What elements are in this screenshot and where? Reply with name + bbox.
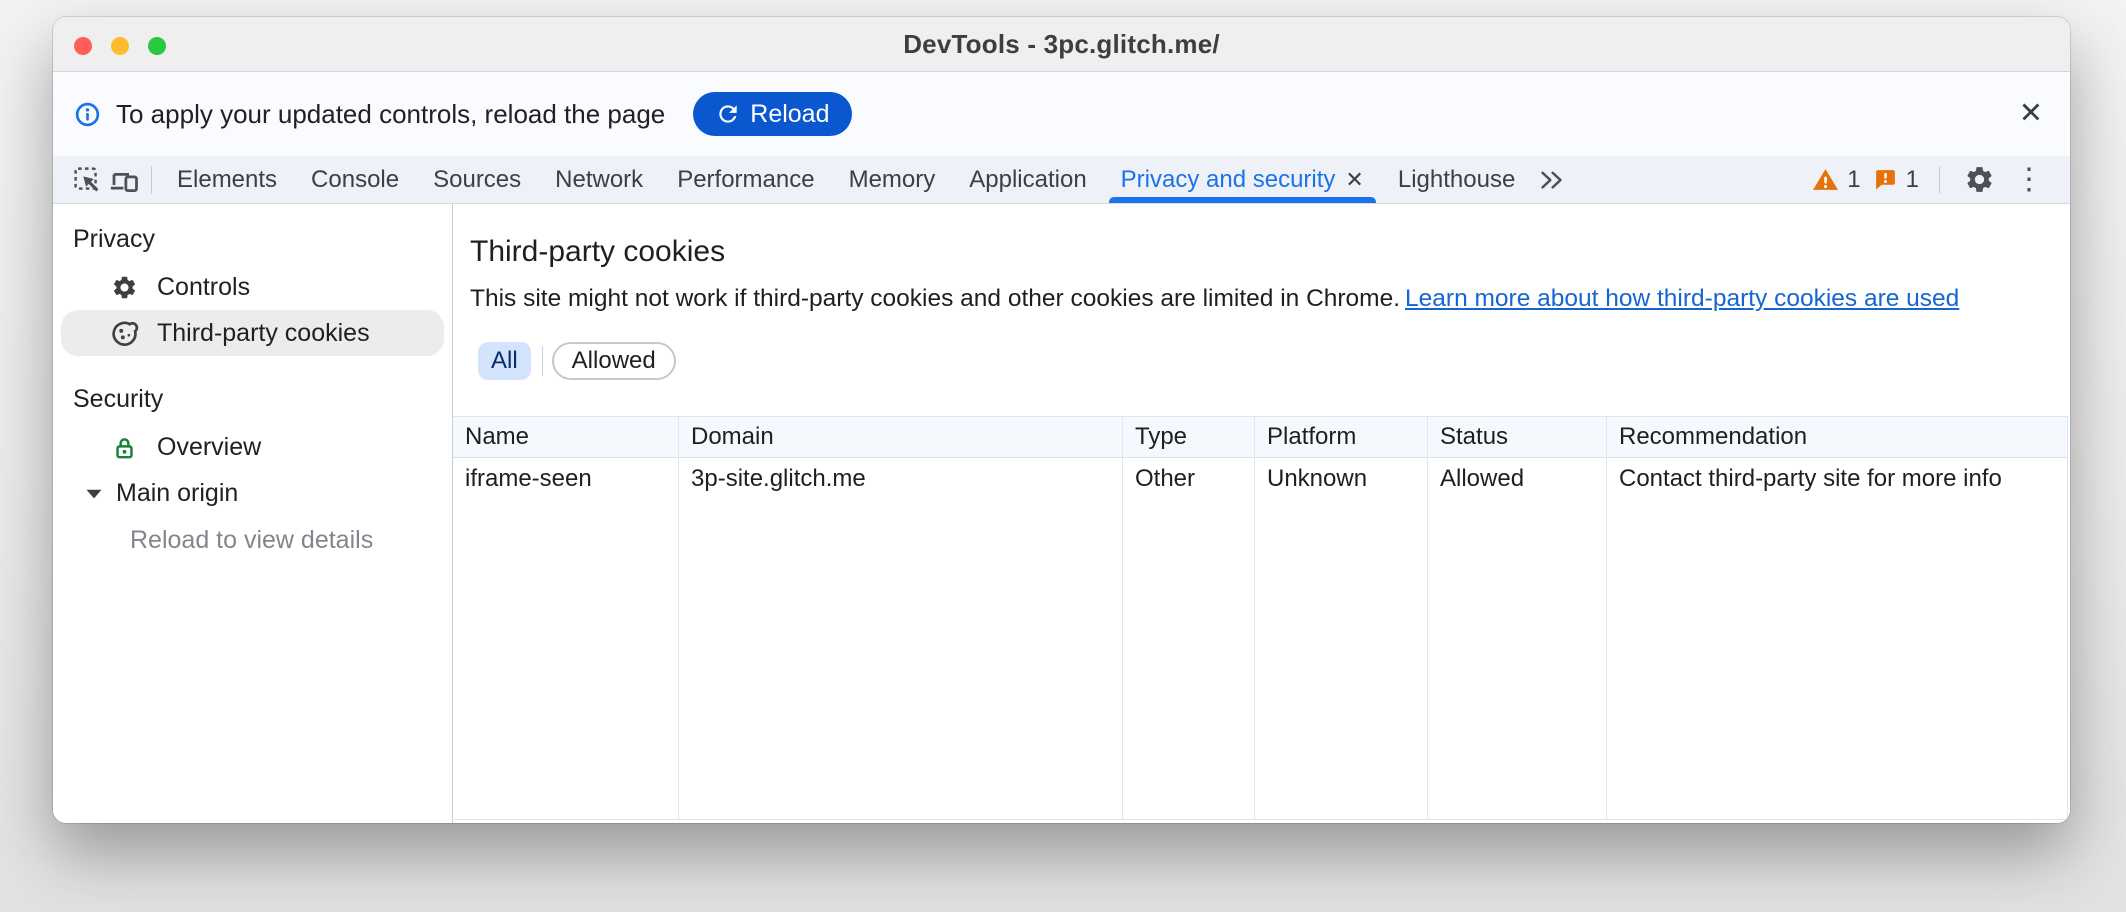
sidebar-item-main-origin[interactable]: Main origin bbox=[61, 470, 444, 516]
caret-down-icon bbox=[84, 486, 104, 501]
warning-count: 1 bbox=[1847, 166, 1860, 194]
reload-label: Reload bbox=[750, 100, 829, 129]
sidebar-item-overview[interactable]: Overview bbox=[61, 424, 444, 470]
more-tabs-button[interactable] bbox=[1532, 161, 1570, 199]
close-tab-icon[interactable]: ✕ bbox=[1345, 167, 1363, 193]
issues-bubble-icon bbox=[1873, 167, 1898, 192]
cell-domain[interactable]: 3p-site.glitch.me bbox=[679, 458, 1123, 500]
sidebar-item-label: Overview bbox=[157, 433, 261, 462]
cell-recommendation[interactable]: Contact third-party site for more info bbox=[1607, 458, 2068, 500]
table-filler-column bbox=[1123, 500, 1255, 819]
close-window-button[interactable] bbox=[74, 37, 92, 55]
tab-label: Elements bbox=[177, 166, 277, 194]
tab-label: Performance bbox=[677, 166, 814, 194]
table-filler-column bbox=[1255, 500, 1428, 819]
column-header-name[interactable]: Name bbox=[453, 417, 679, 458]
tab-elements[interactable]: Elements bbox=[160, 156, 294, 203]
page-title: Third-party cookies bbox=[453, 235, 2070, 268]
traffic-lights bbox=[74, 37, 166, 55]
tab-lighthouse[interactable]: Lighthouse bbox=[1381, 156, 1532, 203]
tab-label: Lighthouse bbox=[1398, 166, 1515, 194]
tab-label: Console bbox=[311, 166, 399, 194]
table-filler-column bbox=[1607, 500, 2068, 819]
tab-label: Network bbox=[555, 166, 643, 194]
sidebar-item-label: Controls bbox=[157, 273, 250, 302]
sidebar-section-security: Security bbox=[53, 384, 452, 414]
privacy-security-sidebar: Privacy Controls bbox=[53, 204, 453, 823]
tab-label: Application bbox=[969, 166, 1086, 194]
tab-application[interactable]: Application bbox=[952, 156, 1103, 203]
column-header-type[interactable]: Type bbox=[1123, 417, 1255, 458]
column-header-recommendation[interactable]: Recommendation bbox=[1607, 417, 2068, 458]
tab-sources[interactable]: Sources bbox=[416, 156, 538, 203]
panel-content: Privacy Controls bbox=[53, 204, 2070, 823]
column-header-domain[interactable]: Domain bbox=[679, 417, 1123, 458]
sidebar-item-label: Main origin bbox=[116, 479, 238, 508]
reload-icon bbox=[715, 101, 741, 127]
double-chevron-icon bbox=[1538, 166, 1565, 193]
toolbar-divider bbox=[151, 166, 152, 194]
settings-button[interactable] bbox=[1960, 161, 1998, 199]
lock-icon bbox=[109, 434, 139, 461]
filter-allowed-chip[interactable]: Allowed bbox=[552, 342, 676, 380]
devtools-toolbar: Elements Console Sources Network Perform… bbox=[53, 156, 2070, 204]
device-toolbar-icon bbox=[109, 165, 139, 195]
inspect-cursor-icon bbox=[72, 165, 101, 194]
tab-label: Sources bbox=[433, 166, 521, 194]
toolbar-divider bbox=[1939, 166, 1940, 194]
reload-button[interactable]: Reload bbox=[693, 92, 851, 136]
titlebar: DevTools - 3pc.glitch.me/ bbox=[53, 17, 2070, 72]
warning-triangle-icon bbox=[1812, 167, 1839, 192]
cell-name[interactable]: iframe-seen bbox=[453, 458, 679, 500]
tab-privacy-and-security[interactable]: Privacy and security ✕ bbox=[1104, 156, 1381, 203]
minimize-window-button[interactable] bbox=[111, 37, 129, 55]
sidebar-item-controls[interactable]: Controls bbox=[61, 264, 444, 310]
devtools-window: DevTools - 3pc.glitch.me/ To apply your … bbox=[53, 17, 2070, 823]
reload-infobar: To apply your updated controls, reload t… bbox=[53, 72, 2070, 156]
tab-memory[interactable]: Memory bbox=[832, 156, 953, 203]
gear-icon bbox=[1964, 164, 1995, 195]
infobar-message: To apply your updated controls, reload t… bbox=[116, 99, 665, 130]
third-party-cookies-pane: Third-party cookies This site might not … bbox=[453, 204, 2070, 823]
table-filler-column bbox=[453, 500, 679, 819]
warnings-indicator[interactable]: 1 bbox=[1812, 166, 1860, 194]
tab-console[interactable]: Console bbox=[294, 156, 416, 203]
table-filler-column bbox=[679, 500, 1123, 819]
sidebar-section-privacy: Privacy bbox=[53, 224, 452, 254]
status-filter-group: All Allowed bbox=[453, 342, 2070, 380]
sidebar-item-label: Third-party cookies bbox=[157, 319, 370, 348]
cookies-table: Name Domain Type Platform Status Recomme… bbox=[453, 416, 2068, 820]
kebab-menu-button[interactable]: ⋮ bbox=[2010, 165, 2048, 195]
toolbar-right-group: 1 1 ⋮ bbox=[1812, 161, 2070, 199]
tab-label: Memory bbox=[849, 166, 936, 194]
chip-divider bbox=[542, 346, 543, 376]
inspect-element-button[interactable] bbox=[67, 161, 105, 199]
tab-performance[interactable]: Performance bbox=[660, 156, 831, 203]
cell-type[interactable]: Other bbox=[1123, 458, 1255, 500]
sidebar-item-third-party-cookies[interactable]: Third-party cookies bbox=[61, 310, 444, 356]
cell-status[interactable]: Allowed bbox=[1428, 458, 1607, 500]
issues-count: 1 bbox=[1906, 166, 1919, 194]
gear-icon bbox=[109, 274, 139, 301]
window-title: DevTools - 3pc.glitch.me/ bbox=[903, 29, 1220, 60]
description-text: This site might not work if third-party … bbox=[470, 285, 1400, 312]
infobar-close-button[interactable]: ✕ bbox=[2019, 100, 2043, 129]
device-toolbar-button[interactable] bbox=[105, 161, 143, 199]
zoom-window-button[interactable] bbox=[148, 37, 166, 55]
info-icon bbox=[74, 101, 101, 128]
page-description: This site might not work if third-party … bbox=[453, 284, 2070, 314]
issues-indicator[interactable]: 1 bbox=[1873, 166, 1919, 194]
tab-network[interactable]: Network bbox=[538, 156, 660, 203]
filter-all-chip[interactable]: All bbox=[478, 342, 531, 380]
cell-platform[interactable]: Unknown bbox=[1255, 458, 1428, 500]
column-header-status[interactable]: Status bbox=[1428, 417, 1607, 458]
learn-more-link[interactable]: Learn more about how third-party cookies… bbox=[1405, 285, 1959, 312]
table-filler-column bbox=[1428, 500, 1607, 819]
cookie-icon bbox=[109, 319, 139, 348]
tab-label: Privacy and security bbox=[1121, 166, 1336, 194]
column-header-platform[interactable]: Platform bbox=[1255, 417, 1428, 458]
sidebar-note: Reload to view details bbox=[53, 525, 452, 555]
